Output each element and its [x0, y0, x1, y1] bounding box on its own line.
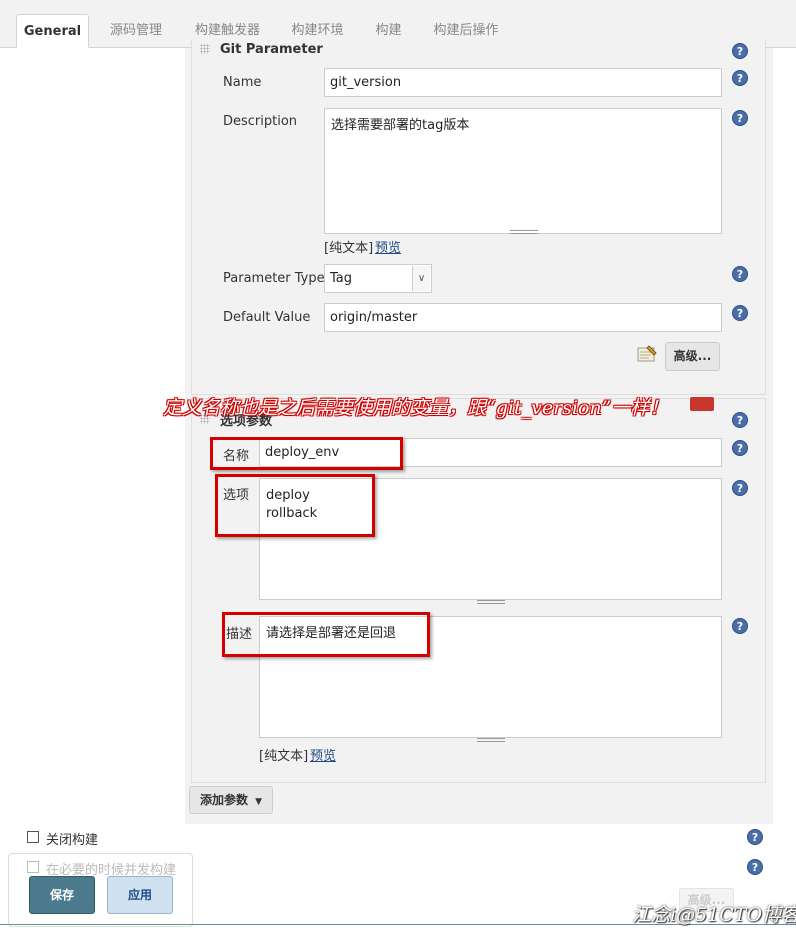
help-icon[interactable]: ? — [732, 110, 748, 126]
help-icon[interactable]: ? — [732, 440, 748, 456]
concurrent-build-checkbox[interactable] — [27, 861, 39, 873]
plain-text-label: [纯文本] — [259, 749, 309, 764]
save-button[interactable]: 保存 — [29, 876, 95, 914]
tab-source-control[interactable]: 源码管理 — [98, 14, 174, 48]
left-column — [16, 48, 185, 824]
parameter-type-label: Parameter Type — [223, 271, 325, 286]
resize-handle[interactable] — [477, 738, 505, 742]
advanced-button[interactable]: 高级... — [665, 342, 720, 371]
help-icon[interactable]: ? — [732, 266, 748, 282]
default-value-label: Default Value — [223, 310, 311, 325]
git-parameter-title: Git Parameter — [220, 42, 323, 53]
highlight-box-description — [222, 612, 430, 657]
git-name-input[interactable]: git_version — [324, 68, 722, 97]
name-label: Name — [223, 75, 262, 90]
help-icon[interactable]: ? — [732, 305, 748, 321]
description-label: Description — [223, 114, 298, 129]
preview-link[interactable]: 预览 — [375, 237, 401, 256]
default-value-input[interactable]: origin/master — [324, 303, 722, 332]
git-description-textarea[interactable]: 选择需要部署的tag版本 — [324, 108, 722, 234]
apply-button[interactable]: 应用 — [107, 876, 173, 914]
preview-link[interactable]: 预览 — [310, 745, 336, 764]
parameter-type-value: Tag — [330, 271, 353, 286]
help-icon[interactable]: ? — [732, 70, 748, 86]
disable-build-label: 关闭构建 — [46, 833, 99, 848]
highlight-box-name — [210, 437, 403, 470]
highlight-box-choices — [215, 474, 375, 537]
help-icon[interactable]: ? — [732, 480, 748, 496]
add-parameter-button[interactable]: 添加参数 ▼ — [189, 786, 273, 814]
help-icon[interactable]: ? — [732, 43, 748, 59]
chevron-down-icon[interactable]: ∨ — [412, 266, 430, 291]
annotation-text: 定义名称也是之后需要使用的变量，跟“git_version”一样！ — [163, 397, 669, 419]
disable-build-checkbox[interactable] — [27, 831, 39, 843]
watermark: 江念i@51CTO博客 — [632, 904, 796, 926]
plain-text-label: [纯文本] — [324, 241, 374, 256]
tab-general[interactable]: General — [16, 14, 89, 48]
caret-down-icon: ▼ — [255, 797, 263, 807]
help-icon[interactable]: ? — [732, 618, 748, 634]
drag-handle-icon[interactable] — [200, 44, 210, 54]
help-icon[interactable]: ? — [747, 829, 763, 845]
resize-handle[interactable] — [510, 230, 538, 234]
notepad-icon — [637, 345, 657, 363]
add-parameter-label: 添加参数 — [199, 793, 248, 807]
resize-handle[interactable] — [477, 600, 505, 604]
help-icon[interactable]: ? — [747, 859, 763, 875]
